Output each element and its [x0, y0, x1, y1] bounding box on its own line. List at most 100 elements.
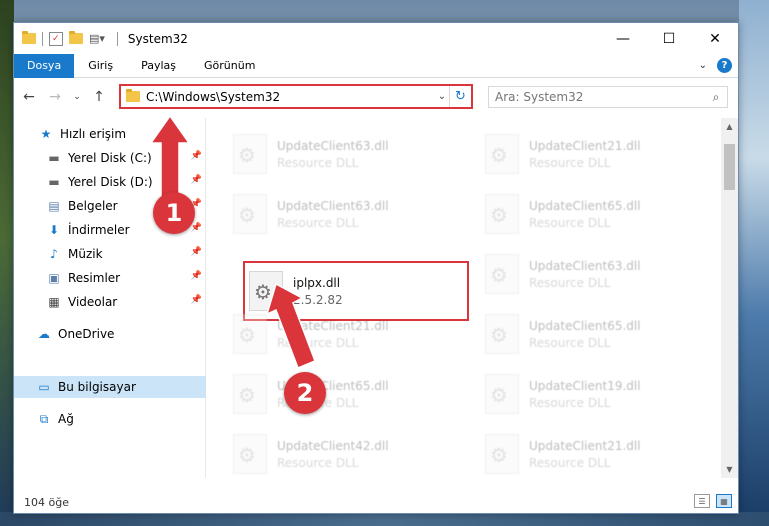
- quick-access-toolbar: ✓ ▤▾: [22, 31, 124, 46]
- sidebar-item-this-pc[interactable]: ▭ Bu bilgisayar: [14, 376, 206, 398]
- divider: [116, 31, 118, 46]
- dll-file-icon: ⚙: [233, 434, 267, 474]
- documents-icon: ▤: [48, 199, 60, 213]
- file-description: Resource DLL: [529, 275, 611, 290]
- tiles-view-icon[interactable]: ▦: [716, 494, 732, 508]
- ribbon-right: ⌄ ?: [699, 58, 732, 73]
- tab-view[interactable]: Görünüm: [190, 54, 269, 78]
- file-description: Resource DLL: [277, 155, 359, 170]
- recent-locations-icon[interactable]: ⌄: [70, 92, 84, 102]
- cloud-icon: ☁: [38, 327, 50, 341]
- tab-home[interactable]: Giriş: [74, 54, 127, 78]
- file-tile[interactable]: ⚙ UpdateClient21.dll Resource DLL: [219, 310, 449, 358]
- sidebar-item-music[interactable]: ♪ Müzik 📌: [14, 243, 206, 265]
- gear-icon: ⚙: [490, 323, 508, 347]
- sidebar-item-label: Videolar: [68, 295, 118, 309]
- title-bar: ✓ ▤▾ System32 — ☐ ✕: [14, 23, 738, 54]
- search-input[interactable]: [495, 90, 705, 104]
- scroll-up-icon[interactable]: ▲: [721, 118, 738, 135]
- pin-icon[interactable]: 📌: [191, 295, 202, 305]
- chevron-down-icon[interactable]: ⌄: [699, 60, 707, 71]
- folder-icon: [126, 89, 140, 102]
- sidebar-item-onedrive[interactable]: ☁ OneDrive: [14, 323, 206, 345]
- network-icon: ⧉: [39, 411, 49, 426]
- pin-icon[interactable]: 📌: [191, 151, 202, 161]
- pin-icon[interactable]: 📌: [191, 271, 202, 281]
- file-tile[interactable]: ⚙ UpdateClient65.dllResource DLL: [219, 370, 449, 418]
- minimize-button[interactable]: —: [600, 23, 646, 54]
- file-tile[interactable]: ⚙ UpdateClient19.dll Resource DLL: [471, 370, 701, 418]
- gear-icon: ⚙: [238, 203, 256, 227]
- file-tile[interactable]: ⚙ UpdateClient42.dll Resource DLL: [219, 430, 449, 478]
- sidebar-item-pictures[interactable]: ▣ Resimler 📌: [14, 267, 206, 289]
- vertical-scrollbar[interactable]: ▲ ▼: [721, 118, 738, 478]
- file-tile[interactable]: ⚙ UpdateClient65.dllResource DLL: [471, 310, 701, 358]
- sidebar-item-videos[interactable]: ▦ Videolar 📌: [14, 291, 206, 313]
- maximize-button[interactable]: ☐: [646, 23, 692, 54]
- chevron-down-icon[interactable]: ⌄: [435, 91, 449, 102]
- file-description: Resource DLL: [529, 395, 611, 410]
- file-tile[interactable]: ⚙ UpdateClient21.dll Resource DLL: [471, 130, 701, 178]
- gear-icon: ⚙: [238, 383, 256, 407]
- pin-icon[interactable]: 📌: [191, 247, 202, 257]
- item-count: 104 öğe: [24, 495, 69, 509]
- search-box[interactable]: ⌕: [488, 86, 728, 108]
- file-description: Resource DLL: [529, 155, 611, 170]
- dll-file-icon: ⚙: [233, 374, 267, 414]
- help-icon[interactable]: ?: [717, 58, 732, 73]
- gear-icon: ⚙: [238, 323, 256, 347]
- refresh-icon[interactable]: ↻: [449, 86, 471, 107]
- file-name: UpdateClient63.dll: [277, 138, 389, 153]
- sidebar-item-local-disk-d[interactable]: ▬ Yerel Disk (D:) 📌: [14, 171, 206, 193]
- divider: [42, 31, 43, 46]
- tab-file[interactable]: Dosya: [14, 53, 75, 78]
- sidebar-item-quick-access[interactable]: ★ Hızlı erişim: [14, 123, 206, 145]
- file-version: 2.5.2.82: [293, 292, 343, 307]
- gear-icon: ⚙: [238, 143, 256, 167]
- view-toggle: ☰ ▦: [688, 494, 732, 508]
- back-arrow-icon[interactable]: ←: [18, 89, 40, 105]
- file-name: UpdateClient63.dll: [277, 198, 389, 213]
- video-icon: ▦: [48, 295, 60, 309]
- dll-file-icon: ⚙: [233, 134, 267, 174]
- star-icon: ★: [40, 127, 52, 141]
- close-button[interactable]: ✕: [692, 23, 738, 54]
- sidebar-item-label: Yerel Disk (D:): [68, 175, 153, 189]
- desktop-wallpaper-right: [739, 0, 769, 526]
- file-tile[interactable]: ⚙ UpdateClient63.dll Resource DLL: [219, 130, 449, 178]
- up-arrow-icon[interactable]: ↑: [88, 89, 110, 105]
- pin-icon[interactable]: 📌: [191, 175, 202, 185]
- gear-icon: ⚙: [490, 263, 508, 287]
- dll-file-icon: ⚙: [485, 314, 519, 354]
- sidebar-item-local-disk-c[interactable]: ▬ Yerel Disk (C:) 📌: [14, 147, 206, 169]
- pictures-icon: ▣: [48, 271, 60, 285]
- file-tile[interactable]: ⚙ UpdateClient21.dll Resource DLL: [471, 430, 701, 478]
- details-view-icon[interactable]: ☰: [694, 494, 710, 508]
- file-tile[interactable]: ⚙ UpdateClient63.dll Resource DLL: [471, 250, 701, 298]
- address-bar[interactable]: C:\Windows\System32 ⌄ ↻: [119, 84, 473, 109]
- music-icon: ♪: [50, 247, 58, 261]
- customize-icon[interactable]: ▤▾: [89, 32, 105, 46]
- file-tile[interactable]: ⚙ UpdateClient65.dll Resource DLL: [471, 190, 701, 238]
- file-name: UpdateClient65.dll: [529, 198, 641, 213]
- download-icon: ⬇: [48, 223, 60, 237]
- navigation-pane: ★ Hızlı erişim ▬ Yerel Disk (C:) 📌 ▬ Yer…: [14, 118, 206, 478]
- forward-arrow-icon[interactable]: →: [44, 89, 66, 105]
- dll-file-icon: ⚙: [485, 194, 519, 234]
- navigation-bar: ← → ⌄ ↑ C:\Windows\System32 ⌄ ↻ ⌕: [14, 81, 738, 113]
- sidebar-item-network[interactable]: ⧉ Ağ: [14, 408, 206, 430]
- scrollbar-thumb[interactable]: [724, 144, 735, 190]
- pin-icon[interactable]: 📌: [191, 223, 202, 233]
- scroll-down-icon[interactable]: ▼: [721, 461, 738, 478]
- properties-icon[interactable]: ✓: [49, 31, 63, 46]
- file-description: Resource DLL: [529, 215, 611, 230]
- drive-icon: ▬: [48, 175, 60, 189]
- address-path[interactable]: C:\Windows\System32: [146, 90, 435, 104]
- gear-icon: ⚙: [490, 143, 508, 167]
- tab-share[interactable]: Paylaş: [127, 54, 190, 78]
- file-name: UpdateClient21.dll: [529, 438, 641, 453]
- gear-icon: ⚙: [490, 443, 508, 467]
- new-folder-icon[interactable]: [69, 31, 83, 44]
- file-tile[interactable]: ⚙ UpdateClient63.dll Resource DLL: [219, 190, 449, 238]
- search-icon[interactable]: ⌕: [705, 90, 727, 105]
